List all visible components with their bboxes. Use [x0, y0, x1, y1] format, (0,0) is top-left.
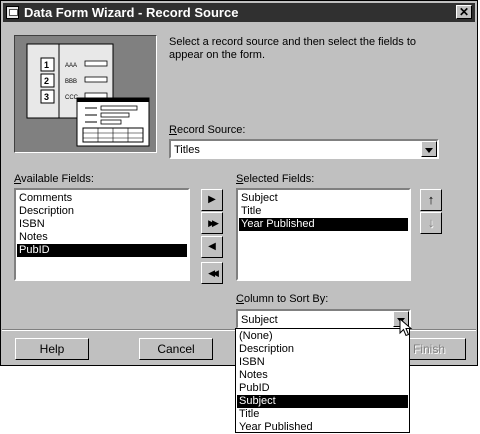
- available-field-item[interactable]: ISBN: [17, 218, 187, 231]
- selected-fields-label: Selected Fields:: [236, 173, 314, 185]
- sort-column-combo[interactable]: Subject: [236, 309, 411, 329]
- illus-row-3-num: 3: [44, 92, 49, 102]
- selected-field-item[interactable]: Subject: [239, 192, 408, 205]
- selected-fields-list[interactable]: Subject Title Year Published: [236, 188, 411, 281]
- wizard-illustration: 1 AAA 2 BBB 3 CCC: [14, 35, 157, 153]
- illus-row-1-text: AAA: [65, 63, 77, 69]
- available-fields-label-rest: vailable Fields:: [21, 173, 94, 185]
- window-title: Data Form Wizard - Record Source: [24, 5, 239, 20]
- sort-column-label-accel: C: [236, 293, 244, 305]
- selected-fields-label-rest: elected Fields:: [243, 173, 315, 185]
- data-form-wizard-dialog: Data Form Wizard - Record Source ✕ 1 AAA…: [0, 0, 478, 366]
- sort-option[interactable]: (None): [237, 330, 408, 343]
- sort-column-label: Column to Sort By:: [236, 293, 328, 305]
- illus-row-2-text: BBB: [65, 79, 77, 85]
- add-field-button[interactable]: ▶: [201, 189, 223, 211]
- title-bar: Data Form Wizard - Record Source ✕: [3, 3, 475, 22]
- sort-option[interactable]: PubID: [237, 382, 408, 395]
- sort-option-selected[interactable]: Subject: [237, 395, 408, 408]
- remove-field-button[interactable]: ◀: [201, 236, 223, 258]
- move-down-button[interactable]: ↓: [420, 212, 442, 234]
- sort-column-dropdown-list[interactable]: (None) Description ISBN Notes PubID Subj…: [235, 328, 410, 433]
- available-field-item[interactable]: Comments: [17, 192, 187, 205]
- illus-row-2-num: 2: [44, 76, 49, 86]
- help-button[interactable]: Help: [15, 338, 89, 360]
- available-field-item[interactable]: Notes: [17, 231, 187, 244]
- intro-text-line-2: appear on the form.: [169, 49, 266, 61]
- available-field-item-selected[interactable]: PubID: [17, 244, 187, 257]
- record-source-label: Record Source:: [169, 124, 245, 136]
- record-source-label-rest: ecord Source:: [176, 124, 246, 136]
- add-all-fields-button[interactable]: ▶▶: [201, 212, 223, 234]
- sort-column-value: Subject: [241, 314, 278, 326]
- record-source-value: Titles: [174, 144, 200, 156]
- selected-field-item[interactable]: Title: [239, 205, 408, 218]
- sort-option[interactable]: ISBN: [237, 356, 408, 369]
- sort-column-label-rest: olumn to Sort By:: [243, 293, 329, 305]
- available-fields-list[interactable]: Comments Description ISBN Notes PubID: [14, 188, 190, 281]
- intro-text-line-1: Select a record source and then select t…: [169, 36, 417, 48]
- close-button[interactable]: ✕: [456, 5, 472, 19]
- record-source-combo[interactable]: Titles: [169, 139, 439, 159]
- mouse-cursor-icon: [399, 318, 413, 337]
- form-illustration-graphic: 1 AAA 2 BBB 3 CCC: [26, 43, 150, 147]
- app-icon: [6, 6, 19, 19]
- illus-row-1-num: 1: [44, 60, 49, 70]
- remove-all-fields-button[interactable]: ◀◀: [201, 262, 223, 284]
- selected-field-item-selected[interactable]: Year Published: [239, 218, 408, 231]
- sort-option[interactable]: Description: [237, 343, 408, 356]
- cancel-button[interactable]: Cancel: [139, 338, 213, 360]
- available-field-item[interactable]: Description: [17, 205, 187, 218]
- available-fields-label: Available Fields:: [14, 173, 94, 185]
- sort-option[interactable]: Notes: [237, 369, 408, 382]
- sort-option[interactable]: Title: [237, 408, 408, 421]
- sort-option[interactable]: Year Published: [237, 421, 408, 434]
- record-source-label-accel: R: [169, 124, 177, 136]
- move-up-button[interactable]: ↑: [420, 189, 442, 211]
- record-source-dropdown-button[interactable]: [421, 141, 437, 157]
